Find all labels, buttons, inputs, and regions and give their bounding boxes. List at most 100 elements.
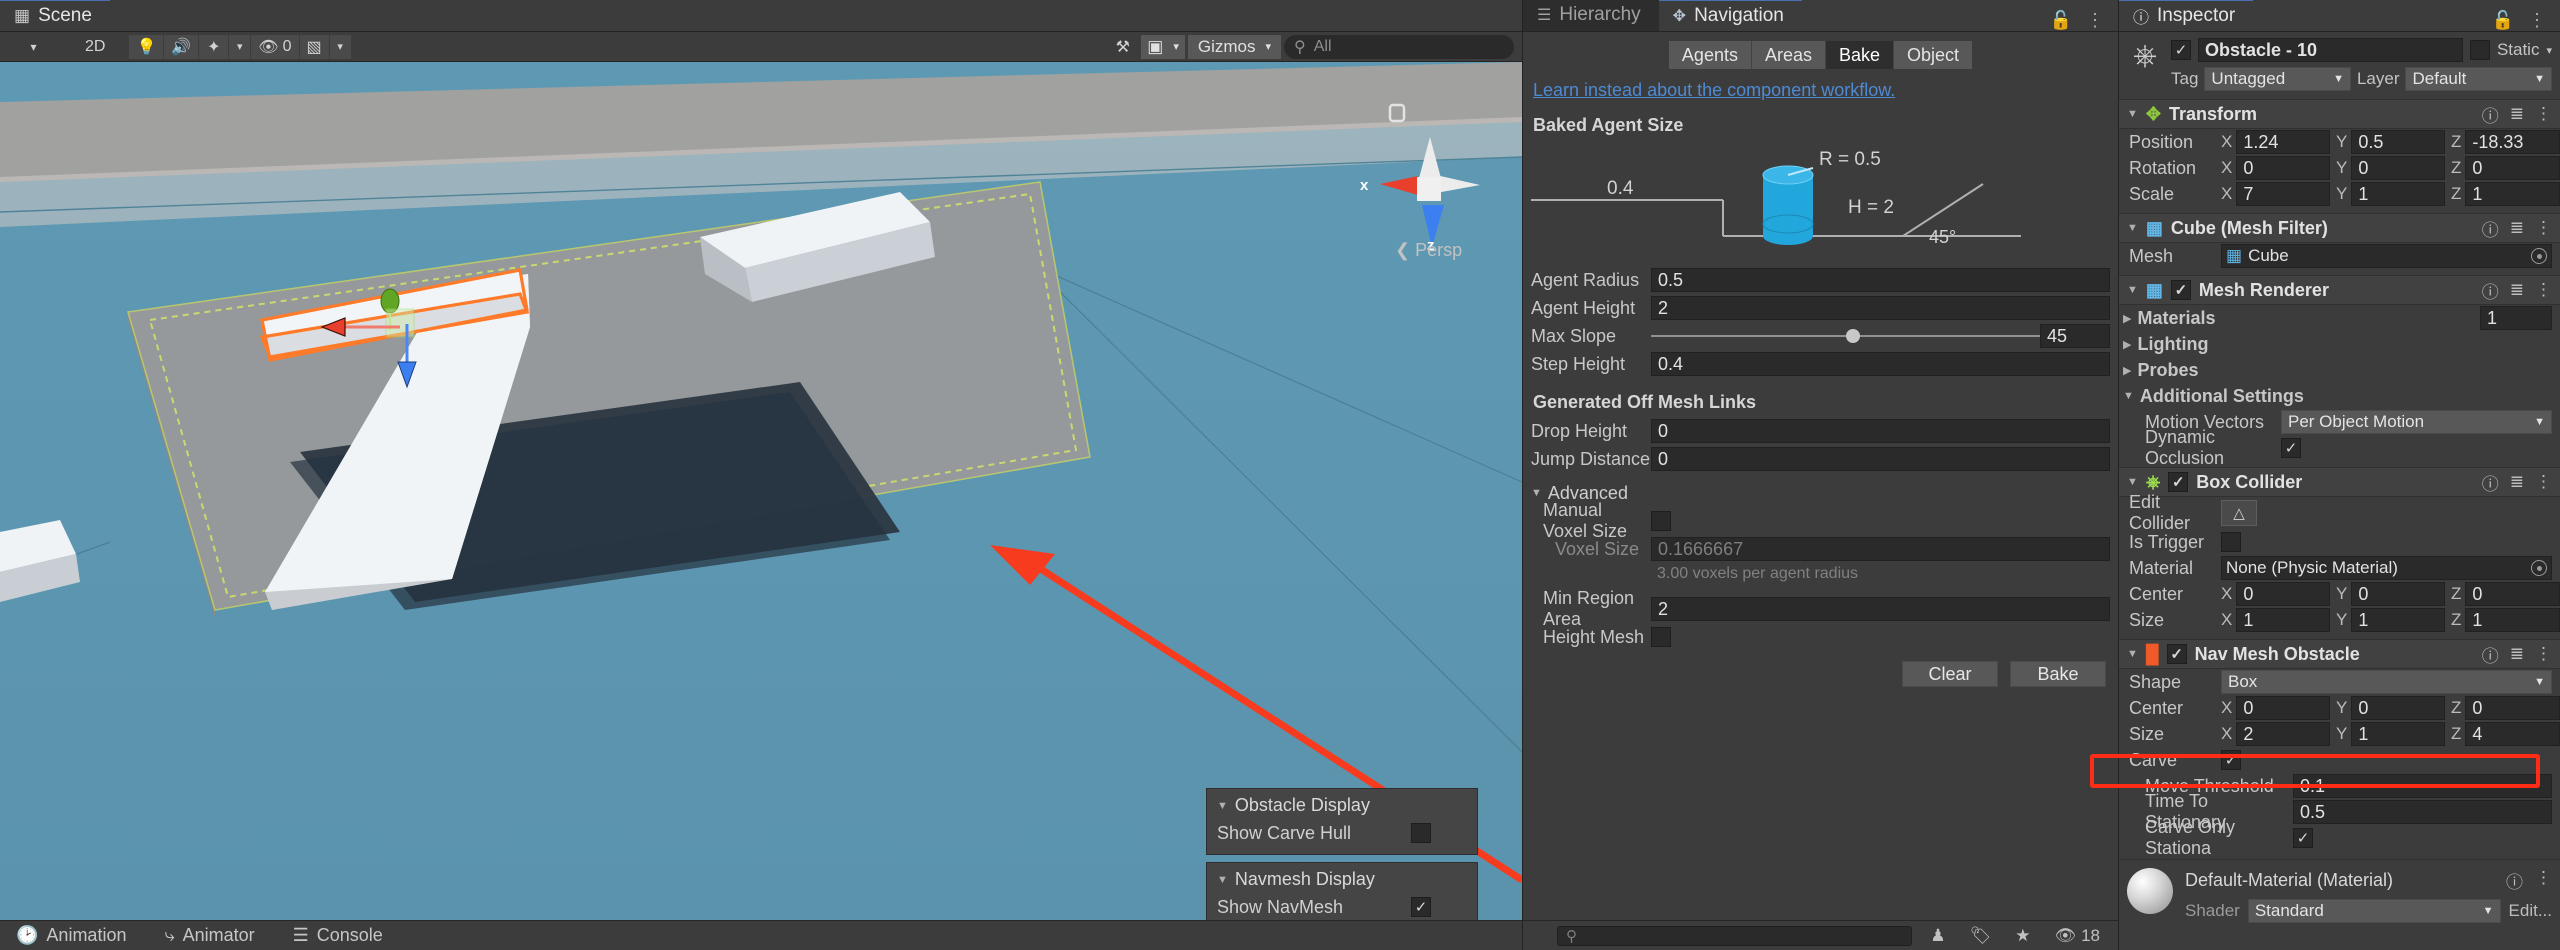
component-header-mesh-filter[interactable]: ▼ ▦ Cube (Mesh Filter) ⓘ ≣ ⋮: [2119, 213, 2560, 243]
nav-mesh-obstacle-enabled-checkbox[interactable]: ✓: [2166, 644, 2187, 664]
scene-grid-toggle[interactable]: ▧: [299, 34, 330, 59]
obstacle-display-header[interactable]: ▼ Obstacle Display: [1217, 795, 1467, 816]
tab-navigation[interactable]: ✥ Navigation: [1658, 0, 1802, 31]
lock-icon[interactable]: 🔓: [2492, 10, 2514, 31]
preset-icon[interactable]: ≣: [2510, 104, 2524, 124]
help-icon[interactable]: ⓘ: [2482, 470, 2499, 495]
tab-inspector[interactable]: ⓘ Inspector: [2119, 0, 2254, 31]
kebab-menu-icon[interactable]: ⋮: [2535, 218, 2552, 238]
scene-fx-toggle[interactable]: ✦: [199, 34, 230, 59]
obstacle-size-z-input[interactable]: 4: [2465, 722, 2560, 746]
move-threshold-input[interactable]: 0.1: [2293, 774, 2552, 798]
kebab-menu-icon[interactable]: ⋮: [2528, 10, 2546, 31]
chevron-down-icon[interactable]: ▼: [2127, 476, 2138, 488]
chevron-down-icon[interactable]: ▾: [2546, 44, 2552, 57]
mesh-renderer-enabled-checkbox[interactable]: ✓: [2170, 280, 2191, 300]
status-search-input[interactable]: ⚲: [1557, 925, 1913, 946]
star-icon[interactable]: ★: [2015, 926, 2030, 946]
hidden-objects-indicator[interactable]: 👁 18: [2054, 926, 2100, 946]
scale-x-input[interactable]: 7: [2236, 182, 2330, 206]
shader-dropdown[interactable]: Standard ▼: [2247, 899, 2501, 923]
chevron-down-icon[interactable]: ▼: [2127, 648, 2138, 660]
help-icon[interactable]: ⓘ: [2482, 278, 2499, 303]
object-enabled-checkbox[interactable]: ✓: [2171, 40, 2191, 60]
obstacle-shape-dropdown[interactable]: Box ▼: [2221, 670, 2552, 694]
tag-dropdown[interactable]: Untagged ▼: [2204, 67, 2351, 91]
tab-animation[interactable]: 🕑 Animation: [0, 921, 148, 950]
max-slope-input[interactable]: 45: [2040, 324, 2110, 348]
kebab-menu-icon[interactable]: ⋮: [2535, 280, 2552, 300]
carve-only-stationary-checkbox[interactable]: ✓: [2293, 828, 2313, 848]
cube-icon[interactable]: ⎈: [2127, 38, 2163, 74]
object-name-input[interactable]: Obstacle - 10: [2198, 38, 2463, 62]
rotation-x-input[interactable]: 0: [2236, 156, 2330, 180]
clear-button[interactable]: Clear: [1902, 661, 1998, 687]
edit-collider-icon[interactable]: △: [2221, 500, 2257, 526]
box-collider-center-x-input[interactable]: 0: [2236, 582, 2330, 606]
chevron-down-icon[interactable]: ▼: [2127, 222, 2138, 234]
manual-voxel-size-checkbox[interactable]: [1651, 511, 1671, 531]
preset-icon[interactable]: ≣: [2510, 644, 2524, 664]
scene-audio-toggle[interactable]: 🔊: [164, 34, 200, 59]
preset-icon[interactable]: ≣: [2510, 472, 2524, 492]
agent-radius-input[interactable]: 0.5: [1651, 268, 2110, 292]
rotation-z-input[interactable]: 0: [2465, 156, 2560, 180]
rotation-y-input[interactable]: 0: [2351, 156, 2445, 180]
perspective-label[interactable]: ❮ Persp: [1395, 240, 1462, 261]
max-slope-slider[interactable]: [1651, 329, 2040, 343]
lock-icon[interactable]: 🔓: [2050, 10, 2072, 31]
box-collider-center-z-input[interactable]: 0: [2465, 582, 2560, 606]
motion-vectors-dropdown[interactable]: Per Object Motion ▼: [2281, 410, 2552, 434]
dynamic-occlusion-checkbox[interactable]: ✓: [2281, 438, 2301, 458]
tab-animator[interactable]: ⤷ Animator: [148, 921, 276, 950]
obstacle-center-z-input[interactable]: 0: [2465, 696, 2560, 720]
additional-settings-foldout[interactable]: ▼ Additional Settings: [2119, 383, 2560, 409]
kebab-menu-icon[interactable]: ⋮: [2535, 472, 2552, 492]
preset-icon[interactable]: ≣: [2510, 280, 2524, 300]
mesh-object-field[interactable]: ▦ Cube: [2221, 244, 2552, 268]
tag-icon[interactable]: 🏷: [1970, 926, 1992, 946]
bake-button[interactable]: Bake: [2010, 661, 2106, 687]
navmesh-display-overlay[interactable]: ▼ Navmesh Display Show NavMesh ✓ Show He…: [1206, 862, 1478, 920]
kebab-menu-icon[interactable]: ⋮: [2086, 10, 2104, 31]
box-collider-enabled-checkbox[interactable]: ✓: [2168, 472, 2189, 492]
position-x-input[interactable]: 1.24: [2236, 130, 2330, 154]
show-navmesh-row[interactable]: Show NavMesh ✓: [1217, 894, 1467, 920]
scene-search-input[interactable]: ⚲ All: [1284, 34, 1514, 59]
tab-console[interactable]: ☰ Console: [277, 921, 405, 950]
min-region-area-input[interactable]: 2: [1651, 597, 2110, 621]
tab-scene[interactable]: ▦ Scene: [0, 0, 110, 31]
component-header-transform[interactable]: ▼ ✥ Transform ⓘ ≣ ⋮: [2119, 99, 2560, 129]
scale-y-input[interactable]: 1: [2351, 182, 2445, 206]
chevron-down-icon[interactable]: ▼: [2127, 108, 2138, 120]
static-checkbox[interactable]: [2469, 40, 2490, 60]
scene-tools-button[interactable]: ⚒: [1108, 34, 1139, 59]
help-icon[interactable]: ⓘ: [2482, 642, 2499, 667]
position-y-input[interactable]: 0.5: [2351, 130, 2445, 154]
scene-orientation-gizmo[interactable]: x z: [1340, 97, 1522, 257]
scene-hidden-objects-toggle[interactable]: 👁 0: [251, 34, 300, 59]
drop-height-input[interactable]: 0: [1651, 419, 2110, 443]
box-collider-size-x-input[interactable]: 1: [2236, 608, 2330, 632]
obstacle-display-overlay[interactable]: ▼ Obstacle Display Show Carve Hull: [1206, 788, 1478, 855]
show-carve-hull-checkbox[interactable]: [1411, 823, 1431, 843]
jump-distance-input[interactable]: 0: [1651, 447, 2110, 471]
component-workflow-link[interactable]: Learn instead about the component workfl…: [1533, 80, 1895, 101]
nav-tab-object[interactable]: Object: [1894, 41, 1973, 69]
kebab-menu-icon[interactable]: ⋮: [2535, 868, 2552, 893]
kebab-menu-icon[interactable]: ⋮: [2535, 104, 2552, 124]
agent-height-input[interactable]: 2: [1651, 296, 2110, 320]
tab-hierarchy[interactable]: ☰ Hierarchy: [1523, 0, 1659, 31]
obstacle-center-x-input[interactable]: 0: [2236, 696, 2330, 720]
height-mesh-checkbox[interactable]: [1651, 627, 1671, 647]
navmesh-display-header[interactable]: ▼ Navmesh Display: [1217, 869, 1467, 890]
obstacle-center-y-input[interactable]: 0: [2351, 696, 2445, 720]
scene-lighting-toggle[interactable]: 💡: [129, 34, 165, 59]
gizmos-button[interactable]: Gizmos ▾: [1187, 34, 1281, 59]
box-collider-center-y-input[interactable]: 0: [2351, 582, 2445, 606]
scene-camera-mode-dropdown[interactable]: ▾: [6, 34, 62, 59]
show-navmesh-checkbox[interactable]: ✓: [1411, 897, 1431, 917]
scene-grid-dropdown[interactable]: ▾: [329, 34, 352, 59]
position-z-input[interactable]: -18.33: [2465, 130, 2560, 154]
help-icon[interactable]: ⓘ: [2482, 102, 2499, 127]
